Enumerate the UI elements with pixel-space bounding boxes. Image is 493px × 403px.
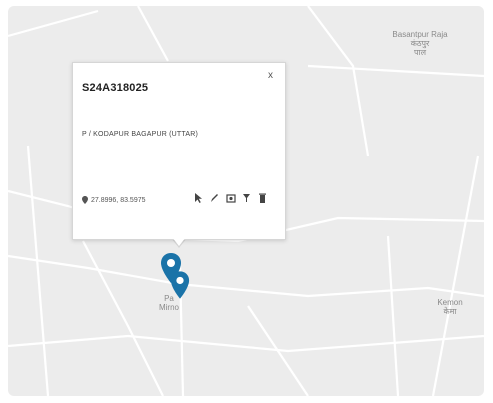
close-icon[interactable]: x: [268, 70, 273, 81]
cursor-icon[interactable]: [194, 192, 203, 204]
camera-icon[interactable]: [226, 192, 236, 204]
map-marker-icon-selected[interactable]: [170, 270, 190, 300]
edit-icon[interactable]: [210, 192, 219, 204]
coords-text: 27.8996, 83.5975: [91, 196, 146, 204]
popup-address: P / KODAPUR BAGAPUR (UTTAR): [82, 131, 198, 138]
delete-icon[interactable]: [258, 192, 267, 204]
place-label-basantpur: Basantpur Raja कंठपुर पाल: [392, 30, 448, 57]
filter-icon[interactable]: [242, 192, 251, 204]
popup-coords: 27.8996, 83.5975: [82, 196, 146, 204]
popup-actions: [194, 192, 267, 204]
popup-title: S24A318025: [82, 82, 149, 94]
location-pin-icon: [82, 196, 88, 204]
place-label-kemon: Kemon केमा: [437, 298, 463, 316]
popup-tail: [172, 237, 186, 246]
